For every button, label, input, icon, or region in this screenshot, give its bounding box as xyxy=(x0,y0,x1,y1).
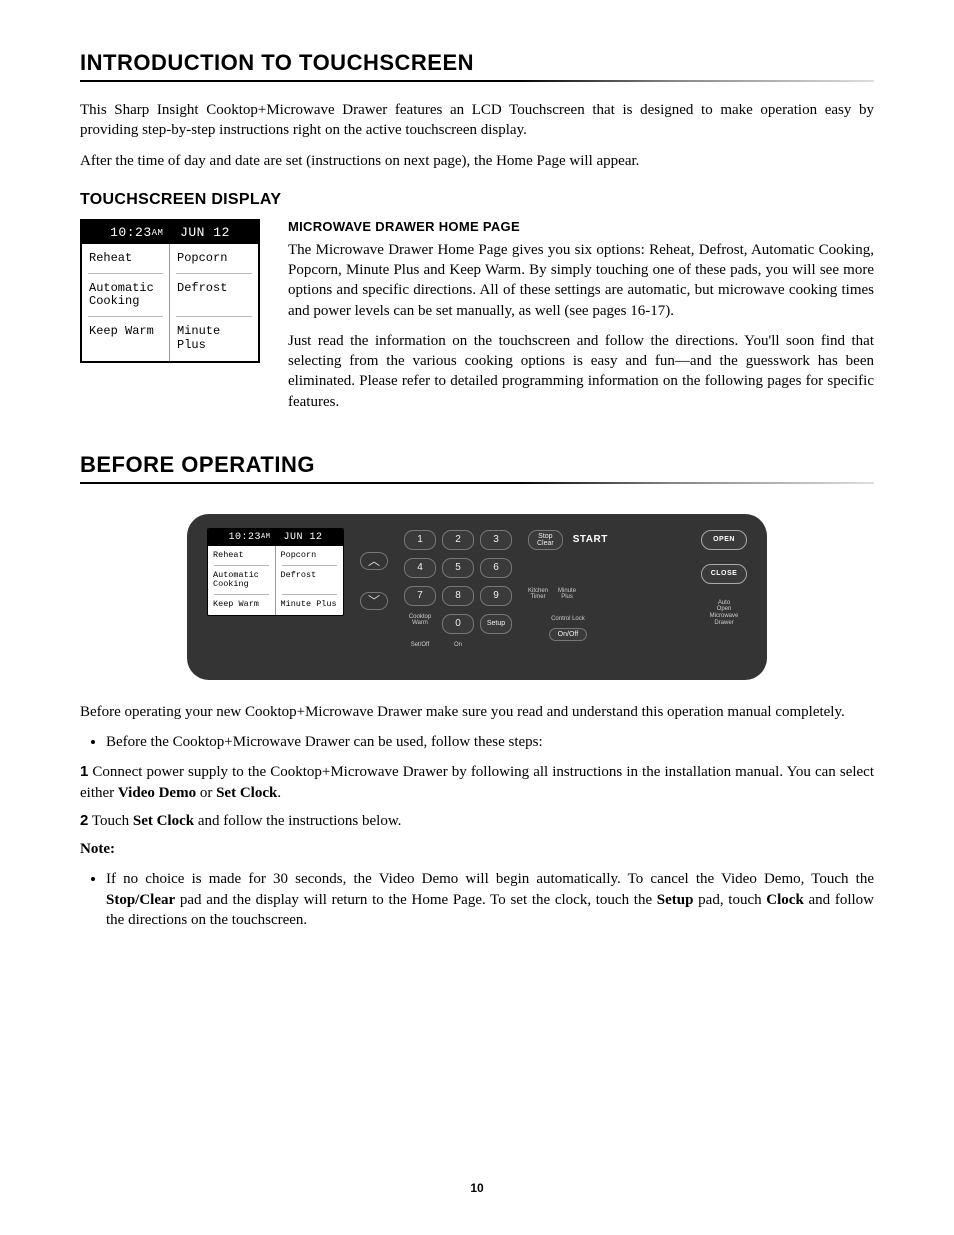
clock-ampm: AM xyxy=(152,228,164,238)
text: Touch xyxy=(92,813,133,829)
key-6[interactable]: 6 xyxy=(480,558,512,578)
pad-minute-plus[interactable]: Minute Plus xyxy=(170,317,258,361)
arrow-up-button[interactable]: ︿ xyxy=(360,552,388,570)
stop-clear-button[interactable]: Stop Clear xyxy=(528,530,563,550)
label-minute-plus[interactable]: Minute Plus xyxy=(558,588,576,601)
clock-date: JUN 12 xyxy=(180,225,230,240)
pad-automatic-cooking[interactable]: Automatic Cooking xyxy=(82,274,170,318)
before-step-1: 1 Connect power supply to the Cooktop+Mi… xyxy=(80,762,874,803)
key-9[interactable]: 9 xyxy=(480,586,512,606)
heading-intro: Introduction to Touchscreen xyxy=(80,50,874,76)
close-button[interactable]: CLOSE xyxy=(701,564,747,584)
home-para-2: Just read the information on the touchsc… xyxy=(288,331,874,412)
key-4[interactable]: 4 xyxy=(404,558,436,578)
text: pad and the display will return to the H… xyxy=(175,892,657,908)
panel-clock-date: JUN 12 xyxy=(283,532,322,543)
text: or xyxy=(196,785,216,801)
touchscreen-mock-small: 10:23AM JUN 12 Reheat Popcorn Automatic … xyxy=(80,219,260,363)
panel-pad-minute-plus[interactable]: Minute Plus xyxy=(276,595,344,615)
label-cooktop-warm: Cooktop Warm xyxy=(404,614,436,634)
panel-pad-reheat[interactable]: Reheat xyxy=(208,546,276,566)
key-1[interactable]: 1 xyxy=(404,530,436,550)
text-bold: Clock xyxy=(766,892,804,908)
text-bold: Set Clock xyxy=(133,813,194,829)
text: If no choice is made for 30 seconds, the… xyxy=(106,871,874,887)
text-bold: Set Clock xyxy=(216,785,277,801)
before-step-2: 2 Touch Set Clock and follow the instruc… xyxy=(80,811,874,831)
control-lock-button[interactable]: On/Off xyxy=(549,628,588,641)
text: . xyxy=(277,785,281,801)
label-kitchen-timer[interactable]: Kitchen Timer xyxy=(528,588,548,601)
pad-keep-warm[interactable]: Keep Warm xyxy=(82,317,170,361)
clock-time: 10:23 xyxy=(110,225,152,240)
before-intro: Before operating your new Cooktop+Microw… xyxy=(80,702,874,722)
intro-para-1: This Sharp Insight Cooktop+Microwave Dra… xyxy=(80,100,874,141)
pad-defrost[interactable]: Defrost xyxy=(170,274,258,318)
panel-pad-defrost[interactable]: Defrost xyxy=(276,566,344,596)
text: pad, touch xyxy=(693,892,766,908)
numeric-keypad: 1 2 3 4 5 6 7 8 9 Cooktop Warm 0 Setup S… xyxy=(404,528,512,662)
key-8[interactable]: 8 xyxy=(442,586,474,606)
rule xyxy=(80,80,874,82)
key-5[interactable]: 5 xyxy=(442,558,474,578)
label-control-lock: Control Lock xyxy=(528,616,608,622)
home-para-1: The Microwave Drawer Home Page gives you… xyxy=(288,240,874,321)
key-setup[interactable]: Setup xyxy=(480,614,512,634)
panel-pad-automatic-cooking[interactable]: Automatic Cooking xyxy=(208,566,276,596)
panel-pad-keep-warm[interactable]: Keep Warm xyxy=(208,595,276,615)
key-2[interactable]: 2 xyxy=(442,530,474,550)
arrow-down-button[interactable]: ﹀ xyxy=(360,592,388,610)
label-auto-open: Auto Open Microwave Drawer xyxy=(710,600,739,626)
heading-microwave-home: Microwave Drawer Home Page xyxy=(288,219,874,234)
panel-touchscreen: 10:23AM JUN 12 Reheat Popcorn Automatic … xyxy=(207,528,344,616)
heading-before-operating: Before Operating xyxy=(80,452,874,478)
note-bullet: If no choice is made for 30 seconds, the… xyxy=(106,869,874,930)
key-0[interactable]: 0 xyxy=(442,614,474,634)
page-number: 10 xyxy=(0,1181,954,1195)
rule xyxy=(80,482,874,484)
key-7[interactable]: 7 xyxy=(404,586,436,606)
text-bold: Video Demo xyxy=(118,785,196,801)
pad-reheat[interactable]: Reheat xyxy=(82,244,170,274)
text-bold: Setup xyxy=(657,892,694,908)
heading-touchscreen-display: Touchscreen Display xyxy=(80,191,874,209)
label-set-off: Set/Off xyxy=(404,642,436,662)
label-on: On xyxy=(442,642,474,662)
panel-clock-ampm: AM xyxy=(261,533,270,541)
panel-pad-popcorn[interactable]: Popcorn xyxy=(276,546,344,566)
touchscreen-header: 10:23AM JUN 12 xyxy=(82,221,258,244)
note-label: Note: xyxy=(80,839,874,859)
panel-clock-time: 10:23 xyxy=(229,532,262,543)
before-bullet-1: Before the Cooktop+Microwave Drawer can … xyxy=(106,732,874,752)
key-3[interactable]: 3 xyxy=(480,530,512,550)
text: and follow the instructions below. xyxy=(194,813,401,829)
control-panel-mock: 10:23AM JUN 12 Reheat Popcorn Automatic … xyxy=(187,514,767,680)
text-bold: Stop/Clear xyxy=(106,892,175,908)
start-button[interactable]: START xyxy=(573,534,608,545)
open-button[interactable]: OPEN xyxy=(701,530,747,550)
intro-para-2: After the time of day and date are set (… xyxy=(80,151,874,171)
pad-popcorn[interactable]: Popcorn xyxy=(170,244,258,274)
